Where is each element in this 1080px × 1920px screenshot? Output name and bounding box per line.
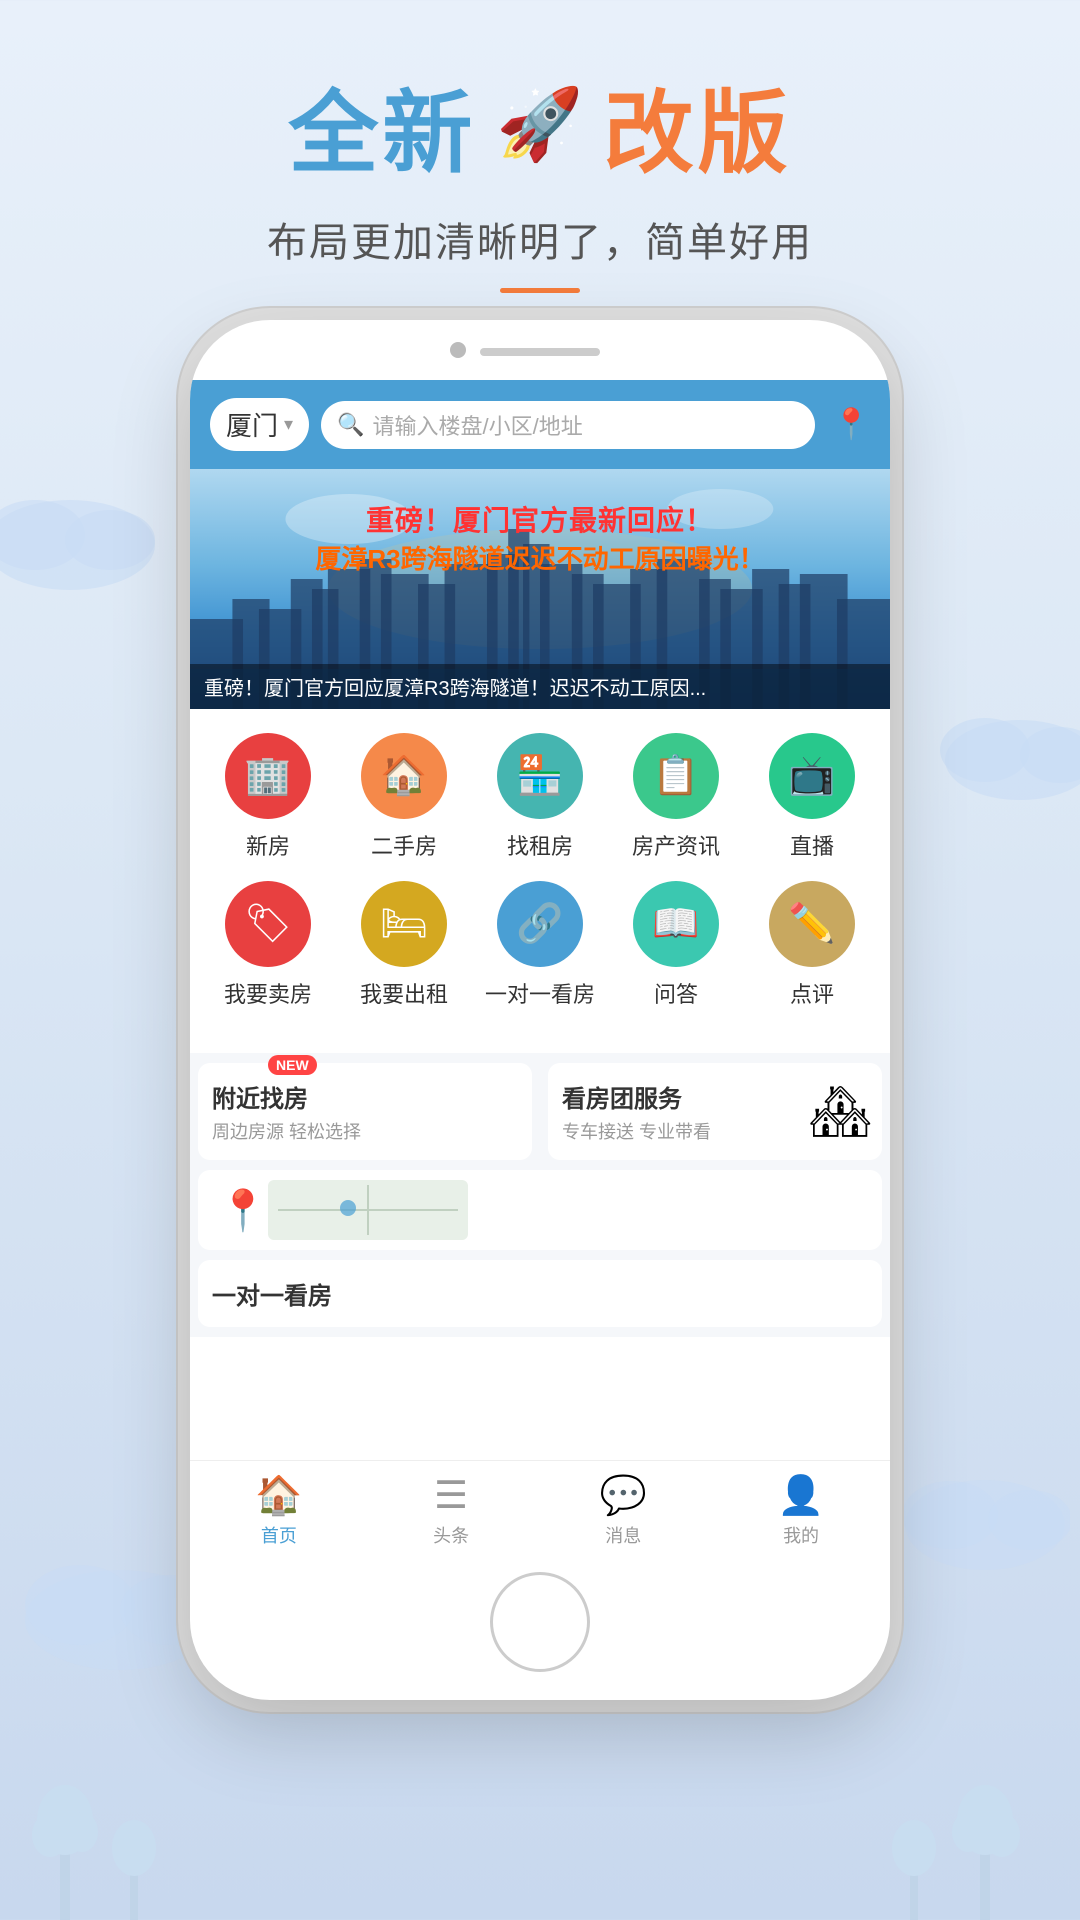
rent-label: 找租房: [507, 829, 573, 861]
nav-lease[interactable]: 🛏 我要出租: [349, 881, 459, 1009]
second-hand-label: 二手房: [371, 829, 437, 861]
cloud-lower-right: [900, 1460, 1070, 1570]
nav-tab-headlines[interactable]: ☰ 头条: [433, 1473, 469, 1548]
nav-review[interactable]: ✏️ 点评: [757, 881, 867, 1009]
rocket-icon: 🚀: [496, 84, 583, 166]
app-content: 厦门 ▾ 🔍 请输入楼盘/小区/地址 📍: [190, 380, 890, 1560]
map-preview[interactable]: 📍: [198, 1170, 882, 1250]
messages-icon: 💬: [600, 1474, 647, 1518]
group-card[interactable]: 看房团服务 专车接送 专业带看 🏘: [548, 1063, 882, 1160]
phone-mockup: 厦门 ▾ 🔍 请输入楼盘/小区/地址 📍: [190, 320, 890, 1700]
banner-background: 重磅！厦门官方最新回应！ 厦漳R3跨海隧道迟迟不动工原因曝光！ 重磅！厦门官方回…: [190, 469, 890, 709]
city-selector[interactable]: 厦门 ▾: [210, 398, 309, 451]
profile-label: 我的: [783, 1522, 819, 1548]
home-button[interactable]: [490, 1572, 590, 1672]
nav-qa[interactable]: 📖 问答: [621, 881, 731, 1009]
live-label: 直播: [790, 829, 834, 861]
headlines-label: 头条: [433, 1522, 469, 1548]
banner-title-orange: 厦漳R3跨海隧道迟迟不动工原因曝光！: [220, 539, 860, 576]
mini-map: [268, 1180, 468, 1240]
lease-label: 我要出租: [360, 977, 448, 1009]
icon-grid: 🏢 新房 🏠 二手房 🏪 找租房 📋 房产资讯 📺 直播: [190, 709, 890, 1053]
cloud-right: [940, 700, 1080, 800]
nearby-card[interactable]: NEW 附近找房 周边房源 轻松选择: [198, 1063, 532, 1160]
live-icon: 📺: [769, 733, 855, 819]
news-icon: 📋: [633, 733, 719, 819]
header-underline: [500, 288, 580, 293]
nav-rent[interactable]: 🏪 找租房: [485, 733, 595, 861]
profile-icon: 👤: [777, 1474, 824, 1518]
rent-icon: 🏪: [497, 733, 583, 819]
home-label: 首页: [261, 1522, 297, 1548]
services-section: NEW 附近找房 周边房源 轻松选择 看房团服务 专车接送 专业带看 🏘 📍: [190, 1053, 890, 1337]
news-label: 房产资讯: [632, 829, 720, 861]
header-subtitle: 布局更加清晰明了，简单好用: [0, 210, 1080, 268]
headlines-icon: ☰: [434, 1473, 468, 1518]
search-icon: 🔍: [337, 412, 364, 438]
bottom-nav: 🏠 首页 ☰ 头条 💬 消息 👤 我的: [190, 1460, 890, 1560]
nav-live[interactable]: 📺 直播: [757, 733, 867, 861]
sell-icon: 🏷: [225, 881, 311, 967]
nav-one-on-one[interactable]: 🔗 一对一看房: [485, 881, 595, 1009]
qa-icon: 📖: [633, 881, 719, 967]
icon-row-2: 🏷 我要卖房 🛏 我要出租 🔗 一对一看房 📖 问答 ✏️ 点评: [200, 881, 880, 1009]
nav-tab-home[interactable]: 🏠 首页: [255, 1474, 302, 1548]
banner-area[interactable]: 重磅！厦门官方最新回应！ 厦漳R3跨海隧道迟迟不动工原因曝光！ 重磅！厦门官方回…: [190, 469, 890, 709]
location-icon[interactable]: 📍: [833, 407, 870, 442]
second-hand-icon: 🏠: [361, 733, 447, 819]
city-name: 厦门: [226, 406, 278, 443]
phone-camera: [450, 342, 466, 358]
new-badge: NEW: [268, 1055, 317, 1075]
nav-news[interactable]: 📋 房产资讯: [621, 733, 731, 861]
lease-icon: 🛏: [361, 881, 447, 967]
new-homes-icon: 🏢: [225, 733, 311, 819]
building-icon: 🏘: [809, 1082, 872, 1141]
nav-second-hand[interactable]: 🏠 二手房: [349, 733, 459, 861]
new-homes-label: 新房: [246, 829, 290, 861]
banner-text-area: 重磅！厦门官方最新回应！ 厦漳R3跨海隧道迟迟不动工原因曝光！: [220, 499, 860, 576]
qa-label: 问答: [654, 977, 698, 1009]
banner-bottom-text: 重磅！厦门官方回应厦漳R3跨海隧道！迟迟不动工原因...: [204, 672, 876, 701]
tree-left: [30, 1680, 190, 1920]
phone-speaker: [480, 348, 600, 356]
cloud-left: [0, 480, 160, 590]
title-left: 全新: [288, 60, 476, 190]
nav-new-homes[interactable]: 🏢 新房: [213, 733, 323, 861]
icon-row-1: 🏢 新房 🏠 二手房 🏪 找租房 📋 房产资讯 📺 直播: [200, 733, 880, 861]
chevron-down-icon: ▾: [284, 414, 293, 435]
banner-bottom-bar: 重磅！厦门官方回应厦漳R3跨海隧道！迟迟不动工原因...: [190, 664, 890, 709]
title-right: 改版: [604, 60, 792, 190]
nav-sell[interactable]: 🏷 我要卖房: [213, 881, 323, 1009]
one-on-one-bottom-title: 一对一看房: [212, 1276, 868, 1311]
header-title: 全新 🚀 改版: [0, 60, 1080, 190]
sell-label: 我要卖房: [224, 977, 312, 1009]
header-area: 全新 🚀 改版 布局更加清晰明了，简单好用: [0, 60, 1080, 293]
one-on-one-bottom-card[interactable]: 一对一看房: [198, 1260, 882, 1327]
review-label: 点评: [790, 977, 834, 1009]
banner-title-red: 重磅！厦门官方最新回应！: [220, 499, 860, 539]
home-icon: 🏠: [255, 1474, 302, 1518]
one-on-one-label: 一对一看房: [485, 977, 595, 1009]
one-on-one-icon: 🔗: [497, 881, 583, 967]
search-placeholder: 请输入楼盘/小区/地址: [372, 409, 582, 441]
nav-tab-messages[interactable]: 💬 消息: [600, 1474, 647, 1548]
nearby-title: 附近找房: [212, 1079, 518, 1114]
map-pin-icon: 📍: [218, 1187, 268, 1234]
review-icon: ✏️: [769, 881, 855, 967]
nav-tab-profile[interactable]: 👤 我的: [777, 1474, 824, 1548]
search-bar[interactable]: 🔍 请输入楼盘/小区/地址: [321, 401, 815, 449]
messages-label: 消息: [605, 1522, 641, 1548]
app-header: 厦门 ▾ 🔍 请输入楼盘/小区/地址 📍: [190, 380, 890, 469]
nearby-subtitle: 周边房源 轻松选择: [212, 1118, 518, 1144]
tree-right: [890, 1680, 1050, 1920]
service-cards-row: NEW 附近找房 周边房源 轻松选择 看房团服务 专车接送 专业带看 🏘: [190, 1053, 890, 1170]
